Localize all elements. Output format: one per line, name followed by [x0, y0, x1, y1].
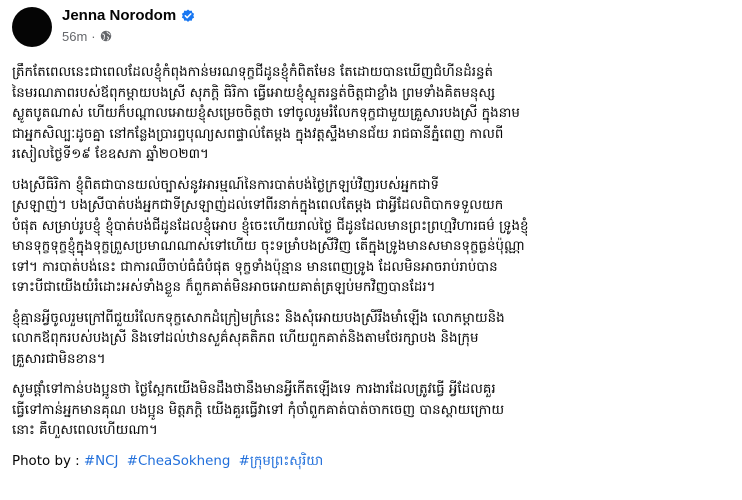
verified-badge-icon	[181, 8, 195, 22]
globe-icon[interactable]	[100, 30, 112, 42]
post-paragraph-4: សូមផ្តាំទៅកាន់បងប្អូនថា ថ្ងៃស្អែកយើងមិនដ…	[12, 382, 505, 438]
post-paragraph-2: បងស្រីធិរិកា ខ្ញុំពិតជាបានយល់ច្បាស់នូវអា…	[12, 177, 529, 296]
post-meta: Jenna Norodom 56m ·	[62, 5, 195, 45]
hashtag-link[interactable]: #CheaSokheng	[127, 454, 231, 469]
author-name[interactable]: Jenna Norodom	[62, 7, 176, 24]
post-header: Jenna Norodom 56m ·	[12, 5, 730, 53]
post-body: ត្រឹកតែពេលនេះជាពេលដែលខ្ញុំកំពុងកាន់មរណទុ…	[12, 63, 730, 472]
facebook-post: Jenna Norodom 56m · ត្រឹកតែពេលនេះជាពេលដែ…	[0, 0, 742, 500]
hashtag-link[interactable]: #NCJ	[84, 454, 119, 469]
post-paragraph-1: ត្រឹកតែពេលនេះជាពេលដែលខ្ញុំកំពុងកាន់មរណទុ…	[12, 65, 520, 162]
author-name-row: Jenna Norodom	[62, 5, 195, 25]
post-subline: 56m ·	[62, 27, 195, 45]
post-paragraph-3: ខ្ញុំគ្មានអ្វីចូលរួមក្រៅពីជួយរំលែកទុក្ខស…	[12, 310, 505, 367]
separator-dot: ·	[91, 28, 96, 44]
hashtag-link[interactable]: #ក្រុមព្រះសុរិយា	[239, 454, 324, 469]
photo-credit-line: Photo by : #NCJ #CheaSokheng #ក្រុមព្រះស…	[12, 452, 730, 472]
photo-credit-label: Photo by :	[12, 453, 80, 469]
post-timestamp[interactable]: 56m	[62, 29, 87, 44]
author-avatar[interactable]	[12, 7, 52, 47]
